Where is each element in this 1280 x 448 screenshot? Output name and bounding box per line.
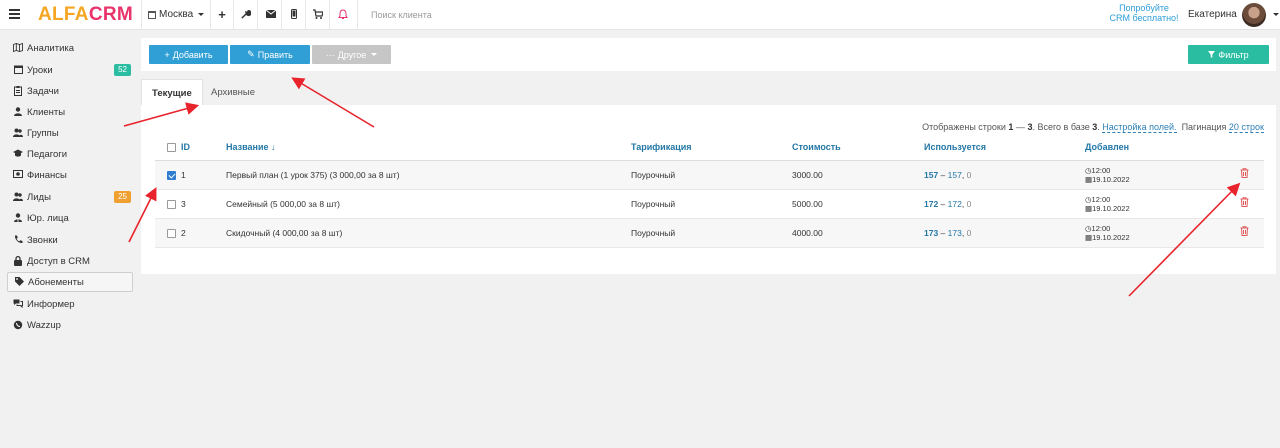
sidebar-item-tasks[interactable]: Задачи <box>7 81 133 101</box>
divider <box>281 0 282 30</box>
row-checkbox[interactable] <box>167 199 176 209</box>
row-usage[interactable]: 157 – 157, 0 <box>924 160 1085 190</box>
calendar-icon <box>148 10 156 19</box>
fields-settings-link[interactable]: Настройка полей. <box>1102 122 1177 133</box>
client-search-input[interactable] <box>365 7 565 23</box>
sidebar-item-legal-entities[interactable]: Юр. лица <box>7 208 133 228</box>
leads-count-badge: 25 <box>114 191 131 203</box>
tab-archived[interactable]: Архивные <box>201 79 265 106</box>
divider <box>233 0 234 30</box>
money-icon <box>13 170 23 180</box>
chevron-down-icon <box>198 13 205 16</box>
calendar-icon <box>13 65 23 75</box>
promo-link[interactable]: Попробуйте CRM бесплатно! <box>1104 3 1184 23</box>
whatsapp-icon <box>13 320 23 330</box>
table-row[interactable]: 2 Скидочный (4 000,00 за 8 шт) Поурочный… <box>155 218 1264 248</box>
add-button[interactable]: + Добавить <box>149 45 228 64</box>
sidebar-item-analytics[interactable]: Аналитика <box>7 38 133 58</box>
row-added: ◷12:00 ▦19.10.2022 <box>1085 160 1225 190</box>
branch-selector[interactable]: Москва <box>148 9 205 20</box>
sidebar-item-clients[interactable]: Клиенты <box>7 102 133 122</box>
edit-button[interactable]: ✎ Править <box>230 45 310 64</box>
table-row[interactable]: 1 Первый план (1 урок 375) (3 000,00 за … <box>155 160 1264 190</box>
other-dropdown-button[interactable]: ··· Другое <box>312 45 391 64</box>
column-header-added[interactable]: Добавлен <box>1085 134 1225 161</box>
row-name: Семейный (5 000,00 за 8 шт) <box>226 189 631 219</box>
plus-icon: + <box>164 49 170 60</box>
clipboard-icon <box>13 86 23 96</box>
table-info: Отображены строки 1 — 3. Всего в базе 3.… <box>922 122 1264 133</box>
column-header-used[interactable]: Используется <box>924 134 1085 161</box>
plus-icon[interactable]: + <box>216 8 228 21</box>
divider <box>141 0 142 30</box>
branch-name: Москва <box>159 9 194 20</box>
sidebar-item-teachers[interactable]: Педагоги <box>7 144 133 164</box>
users-icon <box>13 128 23 138</box>
user-icon <box>13 107 23 117</box>
divider <box>357 0 358 30</box>
app-logo[interactable]: ALFACRM <box>38 4 133 26</box>
trash-icon[interactable] <box>1240 226 1249 239</box>
sidebar-item-informer[interactable]: Информер <box>7 294 133 314</box>
pagination-selector[interactable]: 20 строк <box>1228 122 1264 133</box>
row-checkbox[interactable] <box>167 228 176 238</box>
row-name: Первый план (1 урок 375) (3 000,00 за 8 … <box>226 160 631 190</box>
column-header-name[interactable]: Название ↓ <box>226 134 631 161</box>
divider <box>210 0 211 30</box>
table-row[interactable]: 3 Семейный (5 000,00 за 8 шт) Поурочный … <box>155 189 1264 219</box>
column-header-cost[interactable]: Стоимость <box>792 134 924 161</box>
comments-icon <box>13 299 23 309</box>
sidebar-item-subscriptions[interactable]: Абонементы <box>7 272 133 292</box>
top-navbar: ALFACRM Москва + Попробуйте CRM бесплатн… <box>0 0 1280 30</box>
sidebar-item-lessons[interactable]: Уроки 52 <box>7 60 133 80</box>
sidebar-item-finance[interactable]: Финансы <box>7 165 133 185</box>
hamburger-menu-icon[interactable] <box>9 9 20 19</box>
divider <box>329 0 330 30</box>
wrench-icon[interactable] <box>239 9 252 21</box>
bell-icon[interactable] <box>337 9 349 21</box>
user-tie-icon <box>13 213 23 223</box>
phone-icon[interactable] <box>288 9 300 21</box>
lock-icon <box>13 255 23 266</box>
row-name: Скидочный (4 000,00 за 8 шт) <box>226 218 631 248</box>
sidebar-item-crm-access[interactable]: Доступ в CRM <box>7 251 133 271</box>
subscriptions-table: ID Название ↓ Тарификация Стоимость Испо… <box>155 134 1264 248</box>
filter-button[interactable]: Фильтр <box>1188 45 1269 64</box>
tab-current[interactable]: Текущие <box>141 79 203 106</box>
map-icon <box>13 42 23 53</box>
select-all-checkbox[interactable] <box>167 142 176 152</box>
graduation-cap-icon <box>13 149 23 159</box>
user-name[interactable]: Екатерина <box>1188 9 1237 20</box>
row-added: ◷12:00 ▦19.10.2022 <box>1085 189 1225 219</box>
divider <box>305 0 306 30</box>
envelope-icon[interactable] <box>265 9 277 21</box>
tag-icon <box>14 277 24 287</box>
sidebar-item-wazzup[interactable]: Wazzup <box>7 315 133 335</box>
lessons-count-badge: 52 <box>114 64 131 76</box>
action-toolbar: + Добавить ✎ Править ··· Другое Фильтр <box>141 38 1276 71</box>
trash-icon[interactable] <box>1240 168 1249 181</box>
phone-icon <box>13 235 23 245</box>
ellipsis-icon: ··· <box>325 49 335 60</box>
subscriptions-panel: Отображены строки 1 — 3. Всего в базе 3.… <box>141 105 1276 274</box>
chevron-down-icon[interactable] <box>1273 13 1279 16</box>
chevron-down-icon <box>371 53 378 56</box>
row-checkbox[interactable] <box>167 170 176 180</box>
sidebar-item-groups[interactable]: Группы <box>7 123 133 143</box>
table-header-row: ID Название ↓ Тарификация Стоимость Испо… <box>155 134 1264 161</box>
avatar[interactable] <box>1242 3 1266 27</box>
sidebar-item-calls[interactable]: Звонки <box>7 230 133 250</box>
filter-icon <box>1208 51 1216 58</box>
row-usage[interactable]: 173 – 173, 0 <box>924 218 1085 248</box>
row-added: ◷12:00 ▦19.10.2022 <box>1085 218 1225 248</box>
divider <box>257 0 258 30</box>
column-header-billing[interactable]: Тарификация <box>631 134 792 161</box>
row-usage[interactable]: 172 – 172, 0 <box>924 189 1085 219</box>
users-icon <box>13 192 23 202</box>
trash-icon[interactable] <box>1240 197 1249 210</box>
sidebar-item-leads[interactable]: Лиды 25 <box>7 187 133 207</box>
cart-icon[interactable] <box>312 9 324 21</box>
pencil-icon: ✎ <box>247 49 255 59</box>
column-header-id[interactable]: ID <box>181 134 226 161</box>
